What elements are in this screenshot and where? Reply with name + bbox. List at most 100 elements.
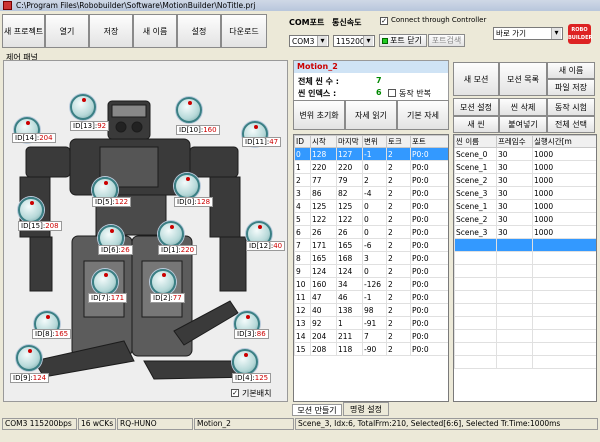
delete-scene-button[interactable]: 씬 삭제: [499, 98, 547, 116]
table-row[interactable]: Scene_0 30 1000: [454, 147, 596, 161]
download-button[interactable]: 다운로드: [221, 14, 267, 48]
column-header[interactable]: 실행시간[m: [532, 135, 596, 148]
column-header[interactable]: 시작: [310, 135, 337, 148]
table-row[interactable]: Scene_1 30 1000: [454, 199, 596, 213]
test-motion-button[interactable]: 동작 시험: [547, 98, 595, 116]
basic-pose-button[interactable]: 기본 자세: [397, 100, 449, 130]
select-all-button[interactable]: 전체 선택: [547, 116, 595, 133]
column-header[interactable]: 씬 이름: [454, 135, 497, 148]
table-row[interactable]: 6 26 26 0 2 P0:0: [294, 225, 448, 239]
table-cell: [454, 238, 497, 252]
table-cell: [532, 251, 596, 265]
servo-knob-15[interactable]: [232, 349, 258, 375]
servo-knob-11[interactable]: [150, 269, 176, 295]
column-header[interactable]: 토크: [386, 135, 411, 148]
table-row[interactable]: 2 77 79 2 2 P0:0: [294, 173, 448, 187]
servo-value: 92: [97, 122, 107, 130]
table-row[interactable]: 10 160 34 -126 2 P0:0: [294, 277, 448, 291]
rename-button[interactable]: 새 이름: [133, 14, 177, 48]
table-cell: -91: [362, 316, 387, 330]
column-header[interactable]: 포트: [410, 135, 448, 148]
table-cell: 34: [336, 277, 363, 291]
servo-value: 220: [180, 246, 195, 254]
table-cell: 1000: [532, 225, 596, 239]
empty-row: [454, 238, 596, 252]
table-cell: 11: [294, 290, 311, 304]
servo-knob-10[interactable]: [92, 269, 118, 295]
port-close-button[interactable]: 포트 닫기: [379, 34, 427, 47]
column-header[interactable]: 마지막: [336, 135, 363, 148]
status-motion: Motion_2: [194, 418, 294, 430]
motion-rename-button[interactable]: 새 이름: [547, 62, 595, 79]
table-cell: 122: [336, 212, 363, 226]
servo-table[interactable]: ID 시작 마지막 변위 토크 포트 0 128 127 -1 2 P0:0 1 220 220 0 2 P0:0…: [293, 134, 449, 402]
table-row[interactable]: Scene_2 30 1000: [454, 173, 596, 187]
table-cell: [532, 329, 596, 343]
servo-label-5: ID[0]:128: [174, 197, 214, 207]
table-row[interactable]: 12 40 138 98 2 P0:0: [294, 303, 448, 317]
servo-knob-14[interactable]: [16, 345, 42, 371]
servo-knob-5[interactable]: [174, 173, 200, 199]
reset-displacement-button[interactable]: 변위 초기화: [293, 100, 345, 130]
table-row[interactable]: 8 165 168 3 2 P0:0: [294, 251, 448, 265]
status-detail: Scene_3, Idx:6, TotalFrm:210, Selected[6…: [295, 418, 598, 430]
new-project-button[interactable]: 새 프로젝트: [2, 14, 45, 48]
servo-label-12: ID[8]:165: [32, 329, 72, 339]
basic-pose-checkbox[interactable]: ✓: [231, 389, 239, 397]
column-header[interactable]: 프레임수: [496, 135, 533, 148]
paste-button[interactable]: 붙여넣기: [499, 116, 547, 133]
port-scan-button[interactable]: 포트검색: [428, 34, 465, 47]
table-row[interactable]: 3 86 82 -4 2 P0:0: [294, 186, 448, 200]
tab-command-settings[interactable]: 명령 설정: [343, 402, 389, 416]
table-row[interactable]: 11 47 46 -1 2 P0:0: [294, 290, 448, 304]
servo-id: ID[2]:: [153, 294, 173, 302]
table-cell: 1: [336, 316, 363, 330]
servo-knob-6[interactable]: [18, 197, 44, 223]
servo-id: ID[6]:: [101, 246, 121, 254]
motion-list-button[interactable]: 모션 목록: [499, 62, 547, 96]
table-row[interactable]: 4 125 125 0 2 P0:0: [294, 199, 448, 213]
table-cell: 2: [386, 186, 411, 200]
table-row[interactable]: 9 124 124 0 2 P0:0: [294, 264, 448, 278]
status-robot: RQ-HUNO: [117, 418, 193, 430]
table-row[interactable]: 13 92 1 -91 2 P0:0: [294, 316, 448, 330]
motion-settings-button[interactable]: 모션 설정: [453, 98, 499, 116]
column-header[interactable]: 변위: [362, 135, 387, 148]
servo-knob-2[interactable]: [176, 97, 202, 123]
new-motion-button[interactable]: 새 모션: [453, 62, 499, 96]
table-cell: 2: [386, 147, 411, 161]
com-port-select[interactable]: COM3: [289, 35, 329, 47]
table-row[interactable]: Scene_3 30 1000: [454, 225, 596, 239]
column-header[interactable]: ID: [294, 135, 311, 148]
repeat-checkbox[interactable]: [388, 89, 396, 97]
speed-select[interactable]: 115200: [333, 35, 375, 47]
servo-knob-8[interactable]: [158, 221, 184, 247]
table-row[interactable]: 0 128 127 -1 2 P0:0: [294, 147, 448, 161]
read-pose-button[interactable]: 자세 읽기: [345, 100, 397, 130]
save-button[interactable]: 저장: [89, 14, 133, 48]
table-row[interactable]: 14 204 211 7 2 P0:0: [294, 329, 448, 343]
new-scene-button[interactable]: 새 씬: [453, 116, 499, 133]
table-row[interactable]: Scene_2 30 1000: [454, 212, 596, 226]
open-button[interactable]: 열기: [45, 14, 89, 48]
goto-select[interactable]: 바로 가기: [493, 27, 563, 40]
tab-create-motion[interactable]: 모션 만들기: [292, 404, 342, 416]
table-cell: [532, 303, 596, 317]
file-save-button[interactable]: 파일 저장: [547, 79, 595, 96]
table-row[interactable]: 15 208 118 -90 2 P0:0: [294, 342, 448, 356]
settings-button[interactable]: 설정: [177, 14, 221, 48]
table-cell: 26: [310, 225, 337, 239]
table-cell: 168: [336, 251, 363, 265]
connect-checkbox[interactable]: ✓: [380, 17, 388, 25]
table-row[interactable]: 7 171 165 -6 2 P0:0: [294, 238, 448, 252]
table-row[interactable]: Scene_1 30 1000: [454, 160, 596, 174]
servo-knob-1[interactable]: [70, 94, 96, 120]
scene-table[interactable]: 씬 이름 프레임수 실행시간[m Scene_0 30 1000 Scene_1 30 1000…: [453, 134, 597, 402]
table-cell: P0:0: [410, 238, 448, 252]
table-cell: 46: [336, 290, 363, 304]
table-row[interactable]: 5 122 122 0 2 P0:0: [294, 212, 448, 226]
table-cell: [532, 355, 596, 369]
table-row[interactable]: Scene_3 30 1000: [454, 186, 596, 200]
table-cell: 1000: [532, 212, 596, 226]
table-row[interactable]: 1 220 220 0 2 P0:0: [294, 160, 448, 174]
